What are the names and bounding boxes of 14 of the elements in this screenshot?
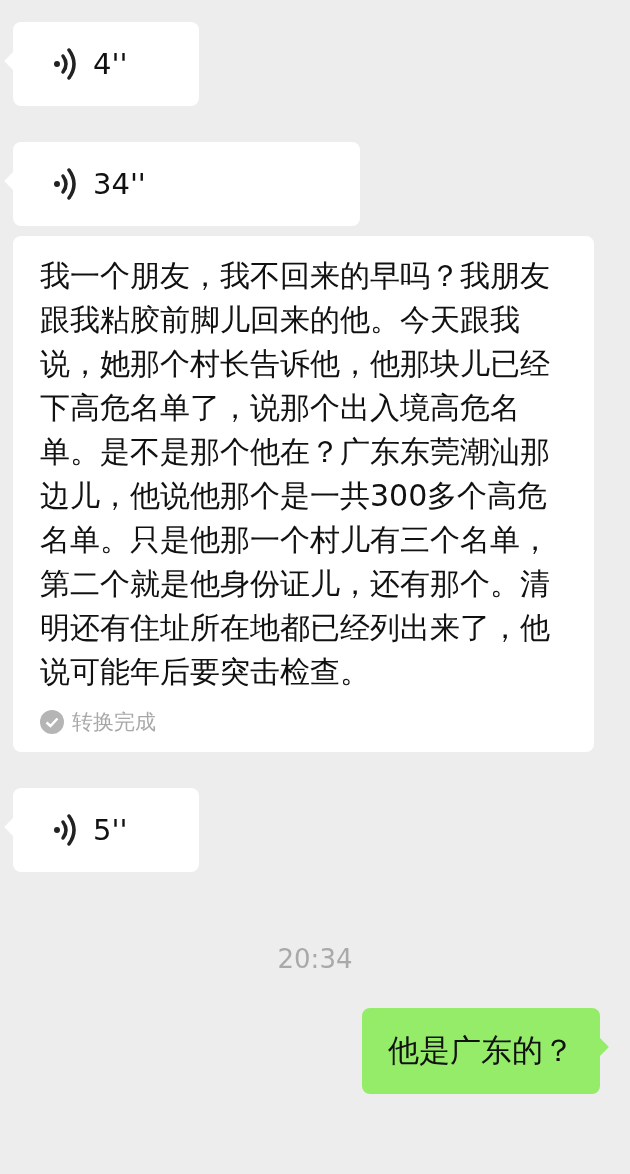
transcript-status: 转换完成	[72, 709, 156, 736]
voice-duration: 34''	[93, 167, 146, 201]
voice-icon	[53, 47, 79, 81]
text-message[interactable]: 他是广东的？	[362, 1008, 600, 1094]
voice-duration: 5''	[93, 813, 128, 847]
voice-message[interactable]: 5''	[13, 788, 199, 872]
voice-message[interactable]: 4''	[13, 22, 199, 106]
transcript-text: 我一个朋友，我不回来的早吗？我朋友跟我粘胶前脚儿回来的他。今天跟我说，她那个村长告诉他，他那块儿已经下高危名单了，说那个出入境高危名单。是不是那个他在？广东东莞潮汕那边儿，他说他那个是一共300多个高危名单。只是他那一个村儿有三个名单，第二个就是他身份证儿，还有那个。清明还有住址所在地都已经列出来了，他说可能年后要突击检查。	[40, 257, 551, 691]
voice-icon	[53, 813, 79, 847]
voice-message[interactable]: 34''	[13, 142, 360, 226]
voice-duration: 4''	[93, 47, 128, 81]
timestamp: 20:34	[277, 944, 353, 974]
check-icon	[40, 710, 64, 734]
voice-icon	[53, 167, 79, 201]
